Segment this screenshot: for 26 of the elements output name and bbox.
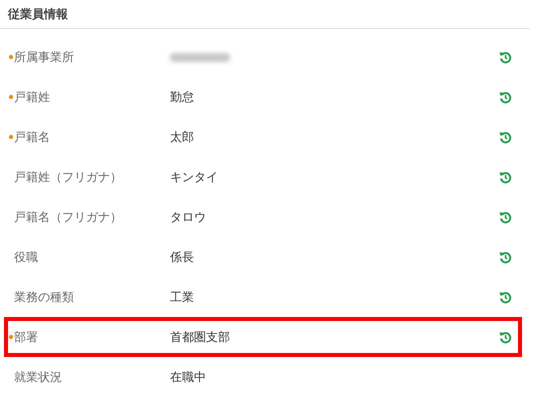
field-label: 戸籍姓（フリガナ） — [14, 168, 123, 186]
field-label: 役職 — [14, 248, 39, 266]
field-label: 所属事業所 — [14, 48, 75, 66]
field-value: 工業 — [170, 290, 194, 304]
section-title: 従業員情報 — [0, 0, 530, 29]
field-value: キンタイ — [170, 170, 218, 184]
field-label: 戸籍姓 — [14, 88, 51, 106]
history-icon[interactable] — [499, 330, 512, 344]
field-value: 太郎 — [170, 130, 194, 144]
history-icon[interactable] — [499, 50, 512, 64]
history-icon[interactable] — [499, 130, 512, 144]
history-icon[interactable] — [499, 290, 512, 304]
history-icon[interactable] — [499, 210, 512, 224]
field-label: 戸籍名（フリガナ） — [14, 208, 123, 226]
field-value: タロウ — [170, 210, 206, 224]
field-value: 勤怠 — [170, 90, 194, 104]
field-value: 首都圏支部 — [170, 330, 230, 344]
field-label: 業務の種類 — [14, 288, 75, 306]
history-icon[interactable] — [499, 170, 512, 184]
field-value: 在職中 — [170, 370, 206, 384]
field-label: 部署 — [14, 328, 39, 346]
history-icon[interactable] — [499, 250, 512, 264]
field-value: 係長 — [170, 250, 194, 264]
history-icon[interactable] — [499, 90, 512, 104]
field-label: 戸籍名 — [14, 128, 51, 146]
field-label: 就業状況 — [14, 368, 63, 386]
